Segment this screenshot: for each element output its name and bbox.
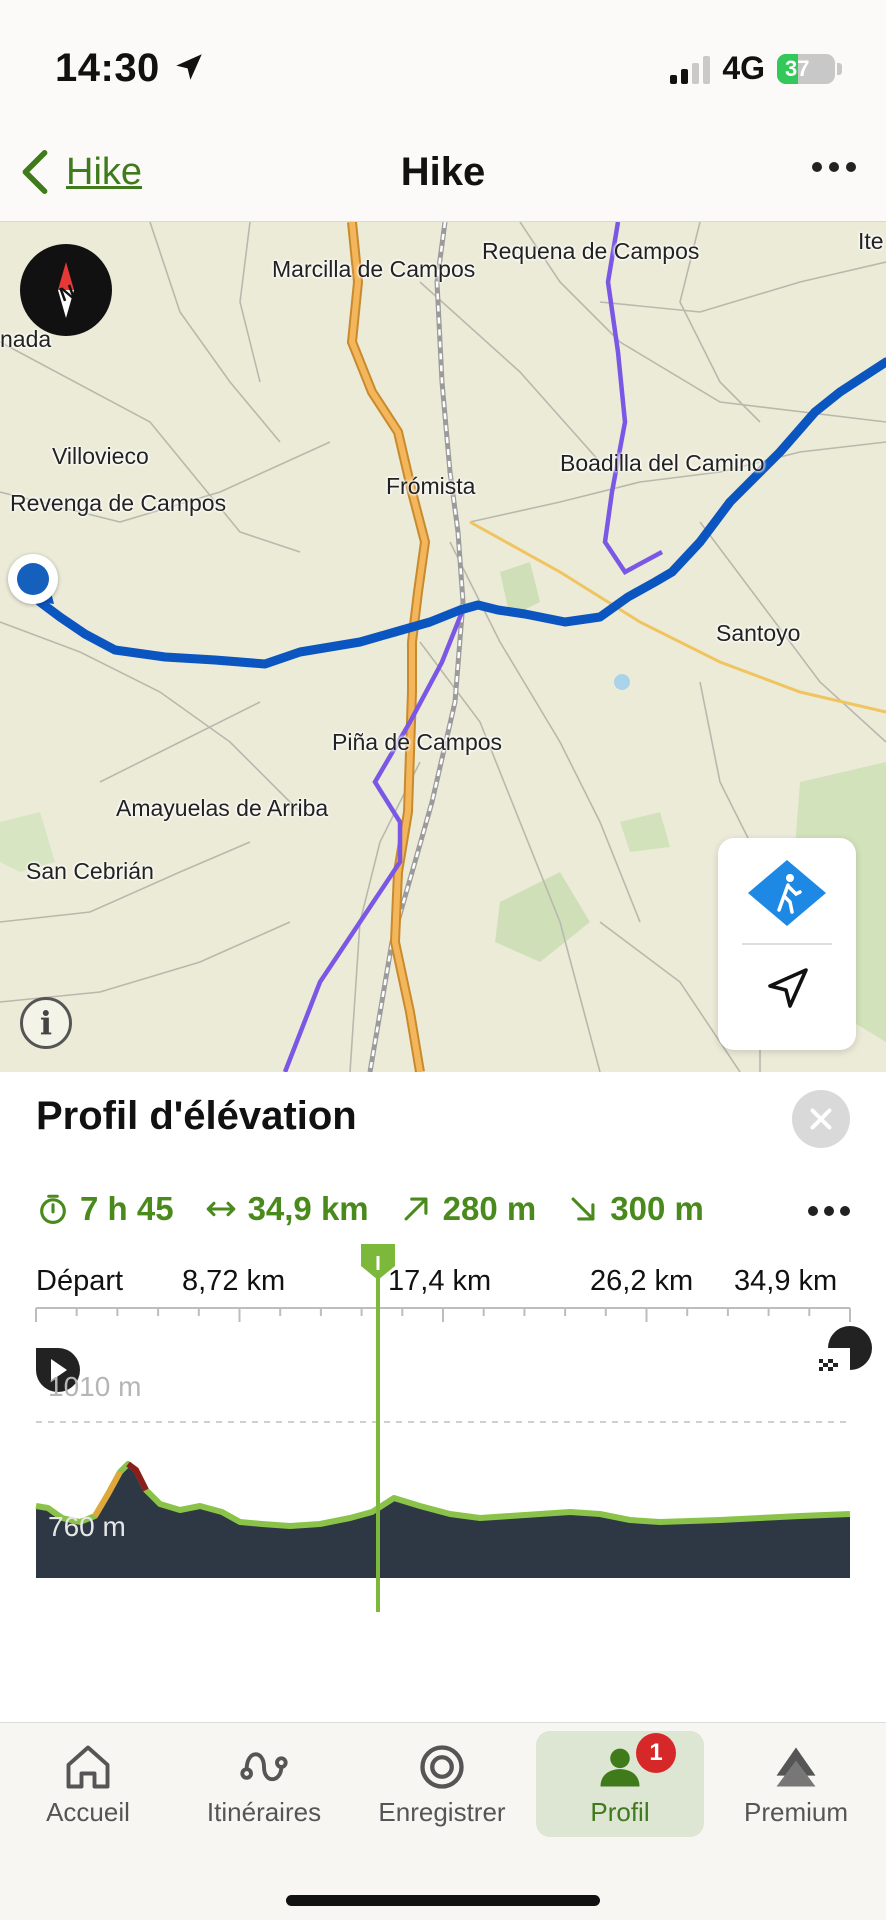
status-indicators: 4G 37 [670,50,842,87]
duration-value: 7 h 45 [80,1190,174,1227]
place-label: Revenga de Campos [10,490,227,516]
elevation-max-label: 1010 m [48,1371,141,1402]
navigation-arrow-icon[interactable] [764,964,812,1012]
arrow-down-right-icon [571,1197,595,1221]
duration-stat: 7 h 45 [36,1190,174,1228]
battery-level: 37 [785,55,810,81]
hiking-mode-icon[interactable] [746,858,828,928]
status-bar: 14:30 4G 37 [0,0,886,130]
location-arrow-icon [176,54,202,80]
tab-profil[interactable]: 1 Profil [536,1731,704,1837]
status-time: 14:30 [55,46,160,90]
record-icon [420,1745,464,1789]
descent-stat: 300 m [566,1190,704,1228]
ascent-stat: 280 m [399,1190,537,1228]
page-title: Hike [400,150,486,194]
tab-label: Profil [590,1797,650,1827]
finish-flag-icon [817,1326,872,1382]
place-label: Frómista [386,473,476,499]
stopwatch-icon [40,1194,66,1225]
home-icon [66,1745,110,1789]
place-label: Santoyo [716,620,801,646]
elevation-profile-panel: Profil d'élévation 7 h 45 34,9 km 280 m … [0,1072,886,1722]
notification-badge: 1 [636,1733,676,1773]
distance-value: 34,9 km [247,1190,369,1227]
tab-label: Enregistrer [378,1797,506,1827]
battery-icon: 37 [777,53,835,84]
home-indicator [286,1895,600,1906]
tab-label: Accueil [46,1797,130,1827]
place-label: San Cebrián [26,858,154,884]
distance-tick-label: 34,9 km [734,1265,837,1297]
tab-bar: Accueil Itinéraires Enregistrer 1 Profil… [0,1722,886,1920]
info-icon[interactable]: i [20,997,72,1049]
place-label: Amayuelas de Arriba [116,795,329,821]
tab-premium[interactable]: Premium [712,1731,880,1837]
route-stats: 7 h 45 34,9 km 280 m 300 m [36,1190,734,1228]
signal-icon [670,54,711,84]
horizontal-arrows-icon [206,1201,235,1217]
premium-icon [776,1747,816,1787]
tab-label: Itinéraires [206,1797,322,1827]
tab-accueil[interactable]: Accueil [4,1731,172,1837]
place-label: Villovieco [52,443,149,469]
descent-value: 300 m [610,1190,704,1227]
tab-label: Premium [743,1797,848,1827]
place-label: Marcilla de Campos [272,256,476,282]
close-button[interactable] [792,1090,850,1148]
tab-enregistrer[interactable]: Enregistrer [358,1731,526,1837]
map-view[interactable]: Ite Requena de Campos Marcilla de Campos… [0,222,886,1072]
place-label: Piña de Campos [332,729,503,755]
more-options-button[interactable] [812,162,856,172]
stats-more-button[interactable] [808,1206,850,1216]
elevation-title: Profil d'élévation [36,1094,357,1138]
route-icon [240,1752,288,1782]
distance-tick-label: 8,72 km [182,1265,285,1297]
network-type: 4G [722,50,765,86]
navigation-bar: Hike Hike [0,130,886,222]
distance-tick-label: 26,2 km [590,1265,693,1297]
current-location-marker [8,554,58,604]
ascent-value: 280 m [442,1190,537,1227]
svg-text:N: N [57,281,78,307]
map-controls [718,838,856,1050]
place-label: Ite [858,228,884,254]
elevation-chart[interactable]: Départ 8,72 km 17,4 km 26,2 km 34,9 km 1 [0,1242,886,1712]
elevation-min-label: 760 m [48,1511,126,1542]
distance-tick-label: Départ [36,1265,123,1297]
tab-itineraires[interactable]: Itinéraires [180,1731,348,1837]
distance-tick-label: 17,4 km [388,1265,491,1297]
distance-stat: 34,9 km [204,1190,369,1228]
arrow-up-right-icon [404,1197,428,1221]
place-label: Requena de Campos [482,238,700,264]
place-label: Boadilla del Camino [560,450,765,476]
compass-icon[interactable]: N [20,244,112,336]
